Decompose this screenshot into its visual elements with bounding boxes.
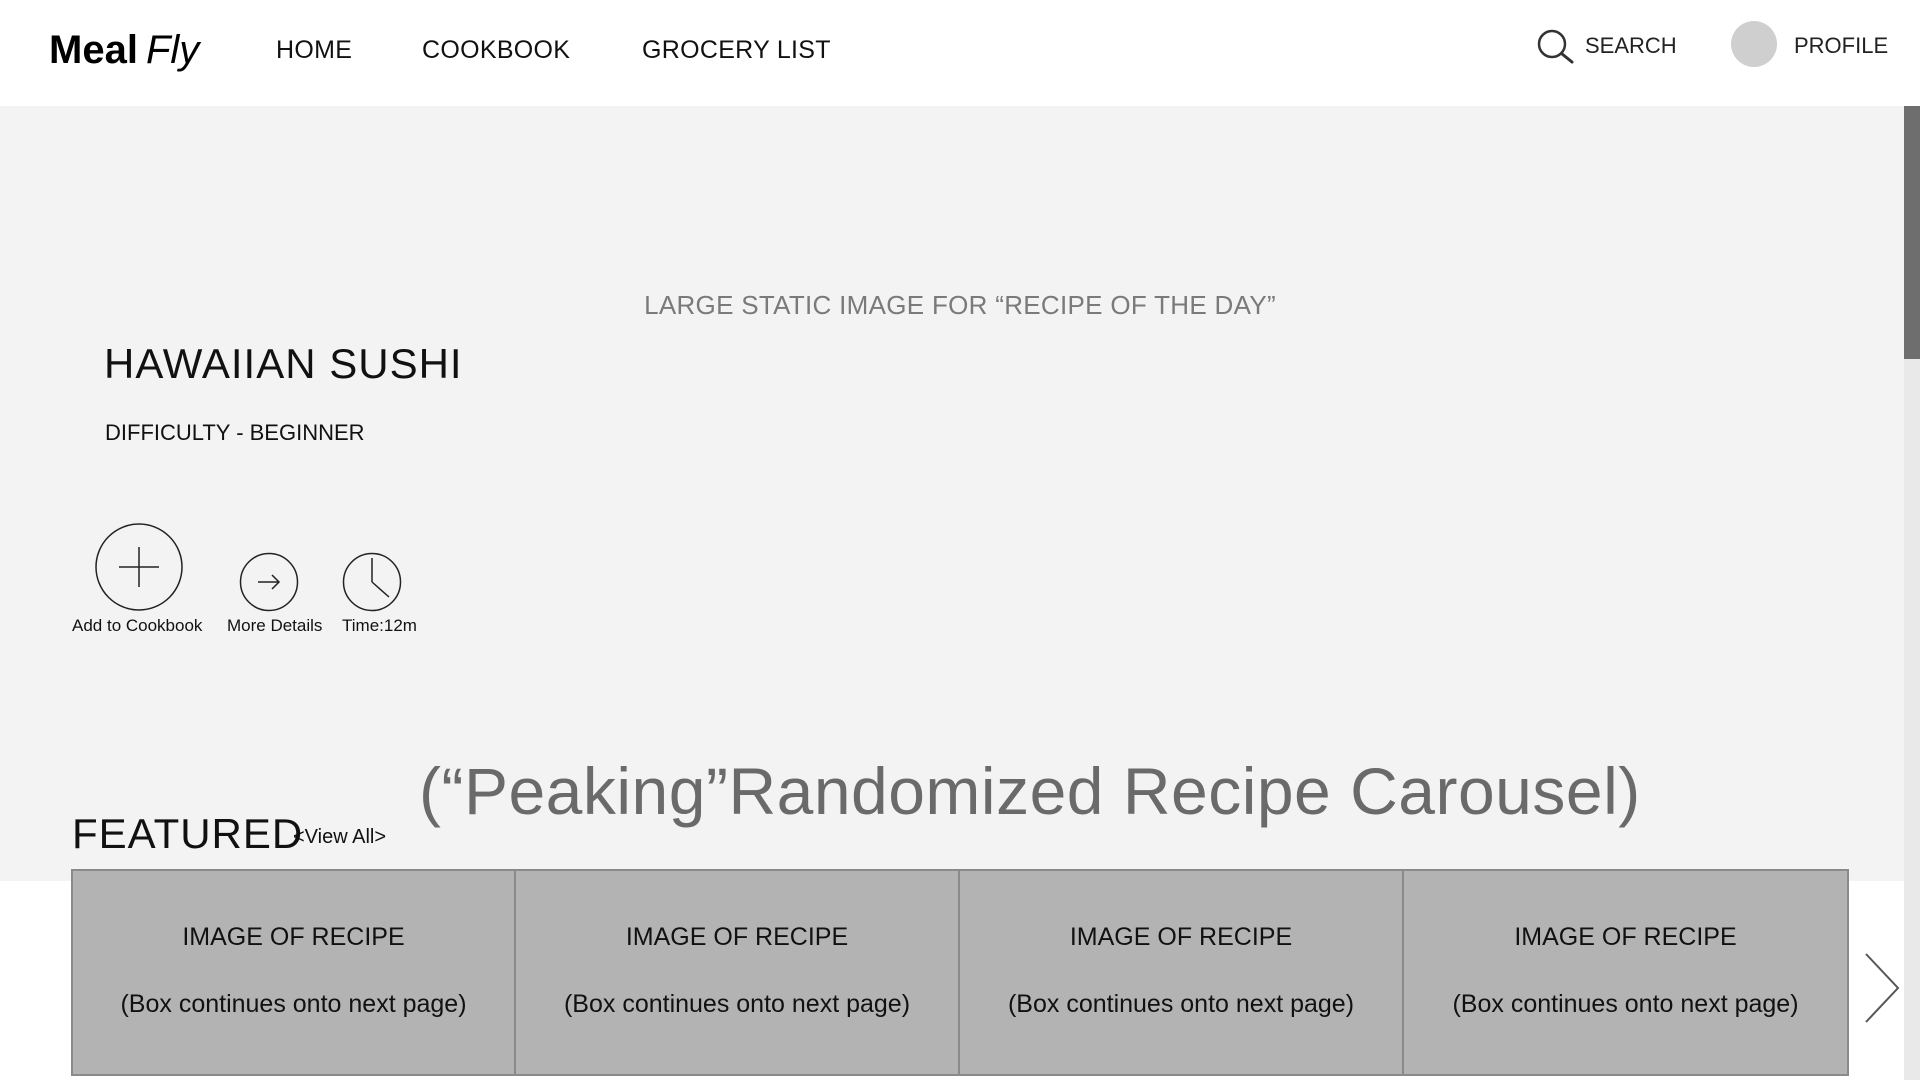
carousel-next-arrow-icon[interactable] bbox=[1862, 952, 1902, 1024]
recipe-card-title: IMAGE OF RECIPE bbox=[625, 923, 849, 951]
nav-cookbook[interactable]: COOKBOOK bbox=[422, 34, 570, 66]
view-all-link[interactable]: <View All> bbox=[293, 824, 386, 850]
search-icon bbox=[1537, 29, 1574, 64]
logo-bold-text: Meal bbox=[49, 28, 138, 72]
more-details-button[interactable]: More Details bbox=[226, 552, 326, 642]
recipe-card[interactable]: IMAGE OF RECIPE (Box continues onto next… bbox=[71, 869, 516, 1076]
recipe-card[interactable]: IMAGE OF RECIPE (Box continues onto next… bbox=[958, 869, 1404, 1076]
search-label: SEARCH bbox=[1585, 33, 1677, 58]
avatar bbox=[1731, 21, 1777, 67]
plus-circle-icon bbox=[95, 523, 183, 611]
recipe-card-subtitle: (Box continues onto next page) bbox=[1007, 990, 1355, 1018]
add-to-cookbook-label: Add to Cookbook bbox=[72, 616, 203, 635]
nav-grocery-list[interactable]: GROCERY LIST bbox=[642, 34, 831, 66]
more-details-label: More Details bbox=[227, 616, 323, 635]
recipe-card-subtitle: (Box continues onto next page) bbox=[563, 990, 911, 1018]
add-to-cookbook-button[interactable]: Add to Cookbook bbox=[70, 522, 210, 642]
recipe-card-subtitle: (Box continues onto next page) bbox=[1452, 990, 1799, 1018]
recipe-card-subtitle: (Box continues onto next page) bbox=[120, 990, 467, 1018]
recipe-card[interactable]: IMAGE OF RECIPE (Box continues onto next… bbox=[1402, 869, 1849, 1076]
recipe-card-title: IMAGE OF RECIPE bbox=[182, 923, 405, 951]
recipe-card-title: IMAGE OF RECIPE bbox=[1514, 923, 1737, 951]
recipe-of-the-day-hero: LARGE STATIC IMAGE FOR “RECIPE OF THE DA… bbox=[0, 106, 1920, 881]
top-navigation-bar: Meal Fly HOME COOKBOOK GROCERY LIST SEARC… bbox=[0, 0, 1920, 106]
featured-recipe-carousel: IMAGE OF RECIPE (Box continues onto next… bbox=[71, 869, 1850, 1080]
recipe-difficulty: DIFFICULTY - BEGINNER bbox=[105, 420, 365, 445]
recipe-card[interactable]: IMAGE OF RECIPE (Box continues onto next… bbox=[514, 869, 960, 1076]
clock-icon bbox=[342, 552, 402, 612]
profile-button[interactable]: PROFILE bbox=[1731, 21, 1891, 69]
hero-image-caption: LARGE STATIC IMAGE FOR “RECIPE OF THE DA… bbox=[644, 290, 1276, 320]
arrow-right-circle-icon bbox=[239, 552, 299, 612]
recipe-card-title: IMAGE OF RECIPE bbox=[1069, 923, 1293, 951]
app-logo[interactable]: Meal Fly bbox=[49, 22, 199, 78]
page: Meal Fly HOME COOKBOOK GROCERY LIST SEARC… bbox=[0, 0, 1920, 1080]
nav-home[interactable]: HOME bbox=[276, 34, 352, 66]
recipe-title: HAWAIIAN SUSHI bbox=[104, 340, 463, 387]
carousel-annotation: (“Peaking”Randomized Recipe Carousel) bbox=[419, 754, 1641, 828]
cook-time-indicator: Time:12m bbox=[341, 552, 421, 642]
logo-italic-text: Fly bbox=[145, 28, 200, 72]
scrollbar-thumb[interactable] bbox=[1904, 106, 1920, 359]
cook-time-label: Time:12m bbox=[342, 616, 417, 635]
profile-label: PROFILE bbox=[1794, 33, 1889, 58]
featured-section-title: FEATURED bbox=[72, 810, 304, 857]
